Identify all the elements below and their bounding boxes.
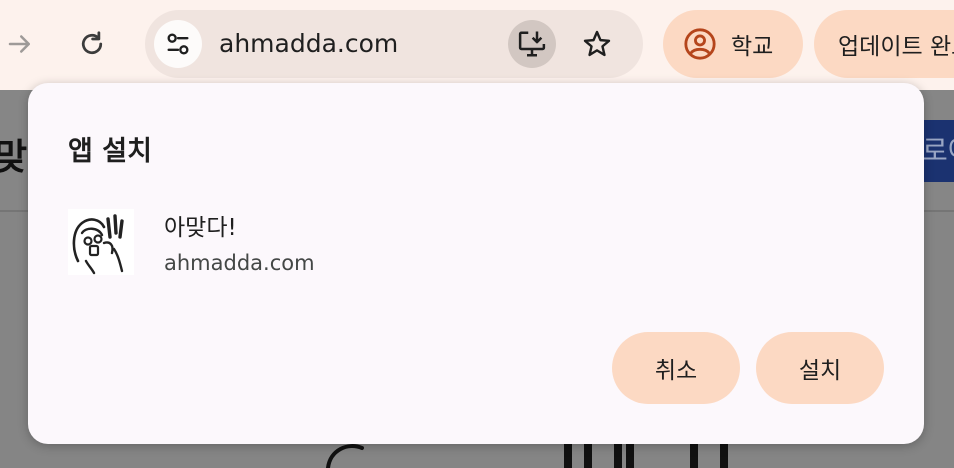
bookmark-button[interactable] (573, 20, 621, 68)
install-app-button[interactable] (508, 20, 556, 68)
tune-icon (167, 33, 189, 55)
reload-button[interactable] (70, 22, 114, 66)
app-name: 아맞다! (164, 215, 237, 241)
profile-button[interactable]: 학교 (663, 10, 803, 78)
site-info-button[interactable] (154, 20, 202, 68)
install-app-icon (518, 31, 546, 57)
forward-button[interactable] (0, 22, 42, 66)
update-button[interactable]: 업데이트 완료 (814, 10, 954, 78)
account-circle-icon (684, 28, 716, 60)
address-bar[interactable]: ahmadda.com (145, 10, 643, 78)
update-label: 업데이트 완료 (838, 34, 954, 60)
cancel-button[interactable]: 취소 (612, 332, 740, 404)
install-button[interactable]: 설치 (756, 332, 884, 404)
dialog-title: 앱 설치 (68, 136, 152, 167)
doodle-character-icon (72, 214, 124, 275)
url-text[interactable]: ahmadda.com (219, 10, 398, 78)
browser-toolbar: ahmadda.com 학교 업데이트 완료 (0, 0, 954, 90)
arrow-forward-icon (8, 35, 30, 53)
app-icon (68, 209, 134, 275)
app-origin: ahmadda.com (164, 251, 315, 275)
profile-label: 학교 (731, 34, 774, 60)
install-app-dialog: 앱 설치 아맞다! ahmadda.com 취소 설치 (28, 83, 924, 444)
reload-icon (81, 31, 103, 55)
star-icon (583, 30, 611, 57)
